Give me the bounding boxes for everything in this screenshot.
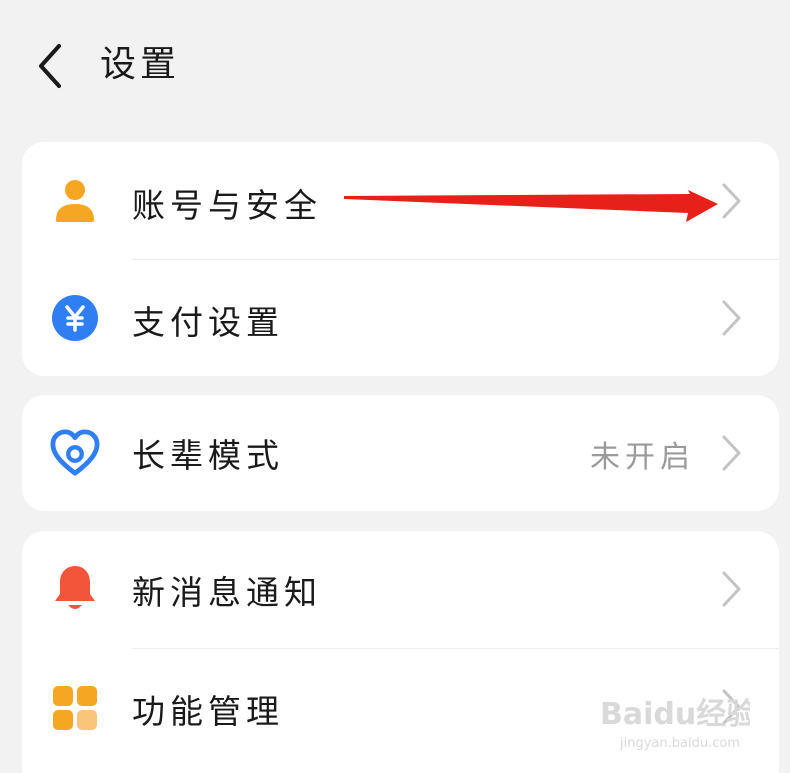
settings-item-notifications[interactable]: 新消息通知	[22, 531, 779, 648]
chevron-right-icon	[722, 689, 741, 725]
chevron-right-icon	[722, 571, 741, 607]
chevron-right-icon	[722, 300, 741, 336]
settings-item-label: 功能管理	[132, 692, 284, 731]
settings-screen: 设置 账号与安全 支付设置 长辈模式 未开启 新消息通知 功能管理 Baidu经…	[0, 0, 790, 773]
settings-item-label: 长辈模式	[132, 436, 284, 475]
payment-icon	[50, 293, 100, 343]
chevron-right-icon	[722, 435, 741, 471]
settings-item-account-security[interactable]: 账号与安全	[22, 142, 779, 259]
settings-group-account: 账号与安全 支付设置	[22, 142, 779, 376]
header-bar: 设置	[0, 0, 790, 130]
elder-mode-status: 未开启	[590, 440, 695, 475]
page-title: 设置	[100, 44, 181, 85]
settings-group-elder: 长辈模式 未开启	[22, 395, 779, 511]
back-button[interactable]	[26, 40, 74, 92]
settings-item-payment[interactable]: 支付设置	[22, 259, 779, 376]
elder-mode-icon	[50, 428, 100, 478]
settings-item-label: 账号与安全	[132, 186, 322, 225]
chevron-right-icon	[722, 183, 741, 219]
account-icon	[50, 176, 100, 226]
settings-group-general: 新消息通知 功能管理	[22, 531, 779, 773]
settings-item-label: 支付设置	[132, 303, 284, 342]
bell-icon	[50, 563, 100, 613]
settings-item-elder-mode[interactable]: 长辈模式 未开启	[22, 395, 779, 511]
chevron-left-icon	[39, 44, 61, 88]
settings-item-feature-management[interactable]: 功能管理	[22, 648, 779, 765]
settings-item-label: 新消息通知	[132, 573, 322, 612]
grid-icon	[50, 683, 100, 733]
